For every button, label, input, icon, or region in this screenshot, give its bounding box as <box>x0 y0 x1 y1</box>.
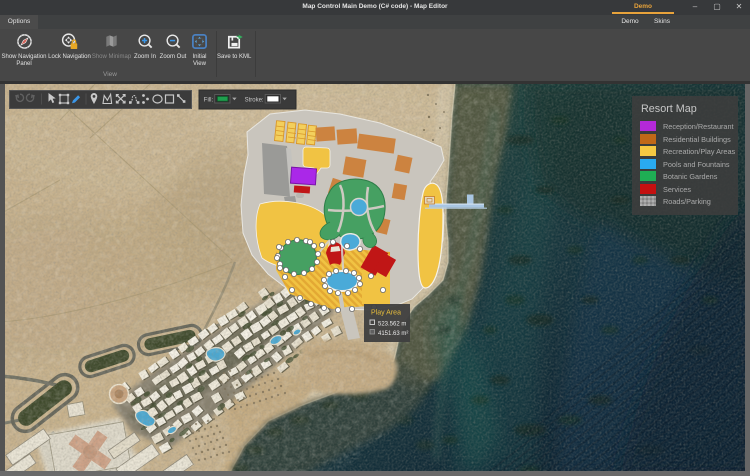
svg-text:Recreation/Play Areas: Recreation/Play Areas <box>663 147 736 156</box>
svg-text:Play Area: Play Area <box>371 310 401 317</box>
svg-text:Reception/Restaurant: Reception/Restaurant <box>663 122 734 131</box>
svg-text:Resort Map: Resort Map <box>641 103 697 115</box>
svg-text:Botanic Gardens: Botanic Gardens <box>663 172 718 181</box>
svg-text:Fill:: Fill: <box>204 97 214 103</box>
svg-text:Services: Services <box>663 185 691 194</box>
svg-text:Pools and Fountains: Pools and Fountains <box>663 160 730 169</box>
svg-text:Residential Buildings: Residential Buildings <box>663 135 731 144</box>
svg-text:Stroke:: Stroke: <box>245 97 264 103</box>
svg-text:523.562 m: 523.562 m <box>378 322 406 328</box>
svg-text:Roads/Parking: Roads/Parking <box>663 197 711 206</box>
svg-text:4151.63 m²: 4151.63 m² <box>378 331 408 337</box>
